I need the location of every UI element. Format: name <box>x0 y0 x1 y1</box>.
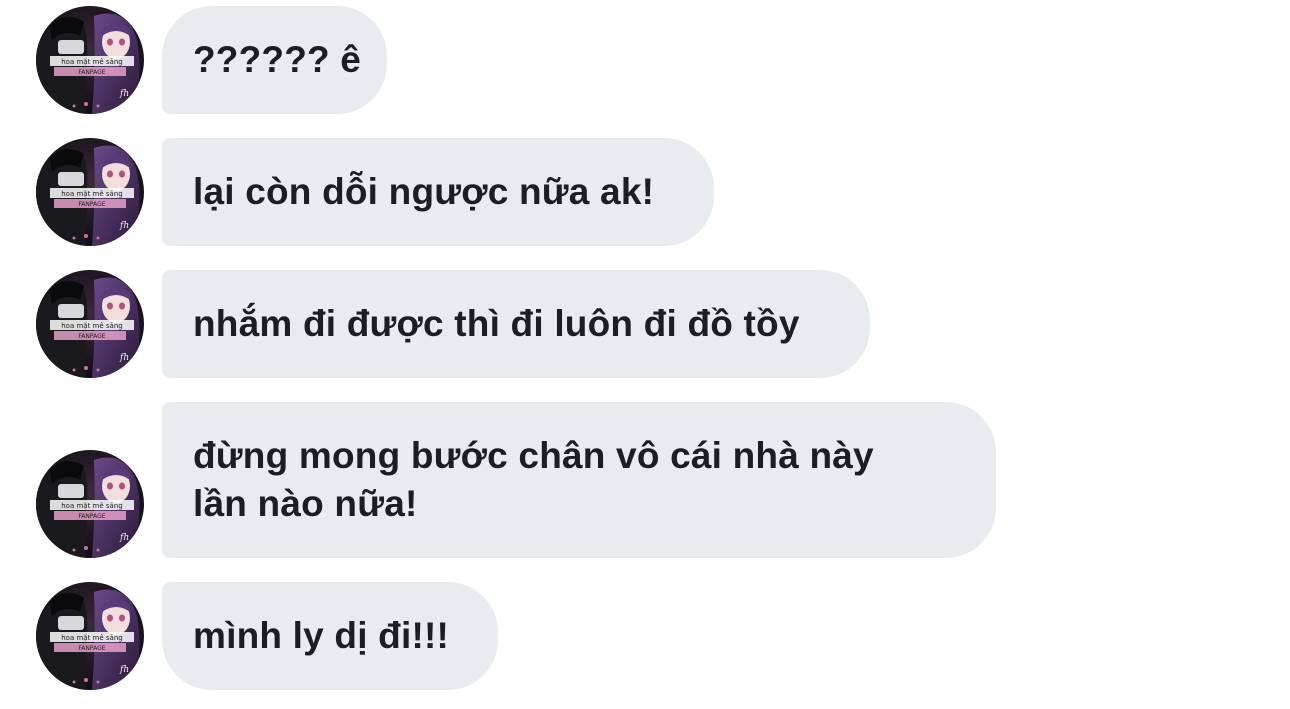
avatar[interactable] <box>36 270 144 378</box>
anime-girl-avatar-icon <box>36 138 144 246</box>
message-bubble[interactable]: lại còn dỗi ngược nữa ak! <box>162 138 714 246</box>
anime-girl-avatar-icon <box>36 270 144 378</box>
message-bubble[interactable]: đừng mong bước chân vô cái nhà này lần n… <box>162 402 996 558</box>
avatar[interactable] <box>36 138 144 246</box>
message-text: ?????? ê <box>193 39 362 80</box>
message-text-line: đừng mong bước chân vô cái nhà này <box>193 435 874 476</box>
message-bubble[interactable]: mình ly dị đi!!! <box>162 582 498 690</box>
message-bubble[interactable]: nhắm đi được thì đi luôn đi đồ tồy <box>162 270 870 378</box>
anime-girl-avatar-icon <box>36 582 144 690</box>
message-text: lại còn dỗi ngược nữa ak! <box>193 171 655 212</box>
message-bubble[interactable]: ?????? ê <box>162 6 387 114</box>
message-text-line: lần nào nữa! <box>193 483 418 524</box>
message-text: nhắm đi được thì đi luôn đi đồ tồy <box>193 303 800 344</box>
anime-girl-avatar-icon <box>36 6 144 114</box>
avatar[interactable] <box>36 582 144 690</box>
avatar[interactable] <box>36 6 144 114</box>
avatar[interactable] <box>36 450 144 558</box>
anime-girl-avatar-icon <box>36 450 144 558</box>
message-text: mình ly dị đi!!! <box>193 615 450 656</box>
message-thread: ?????? ê lại còn dỗi ngược nữa ak! nhắm … <box>0 0 1290 709</box>
